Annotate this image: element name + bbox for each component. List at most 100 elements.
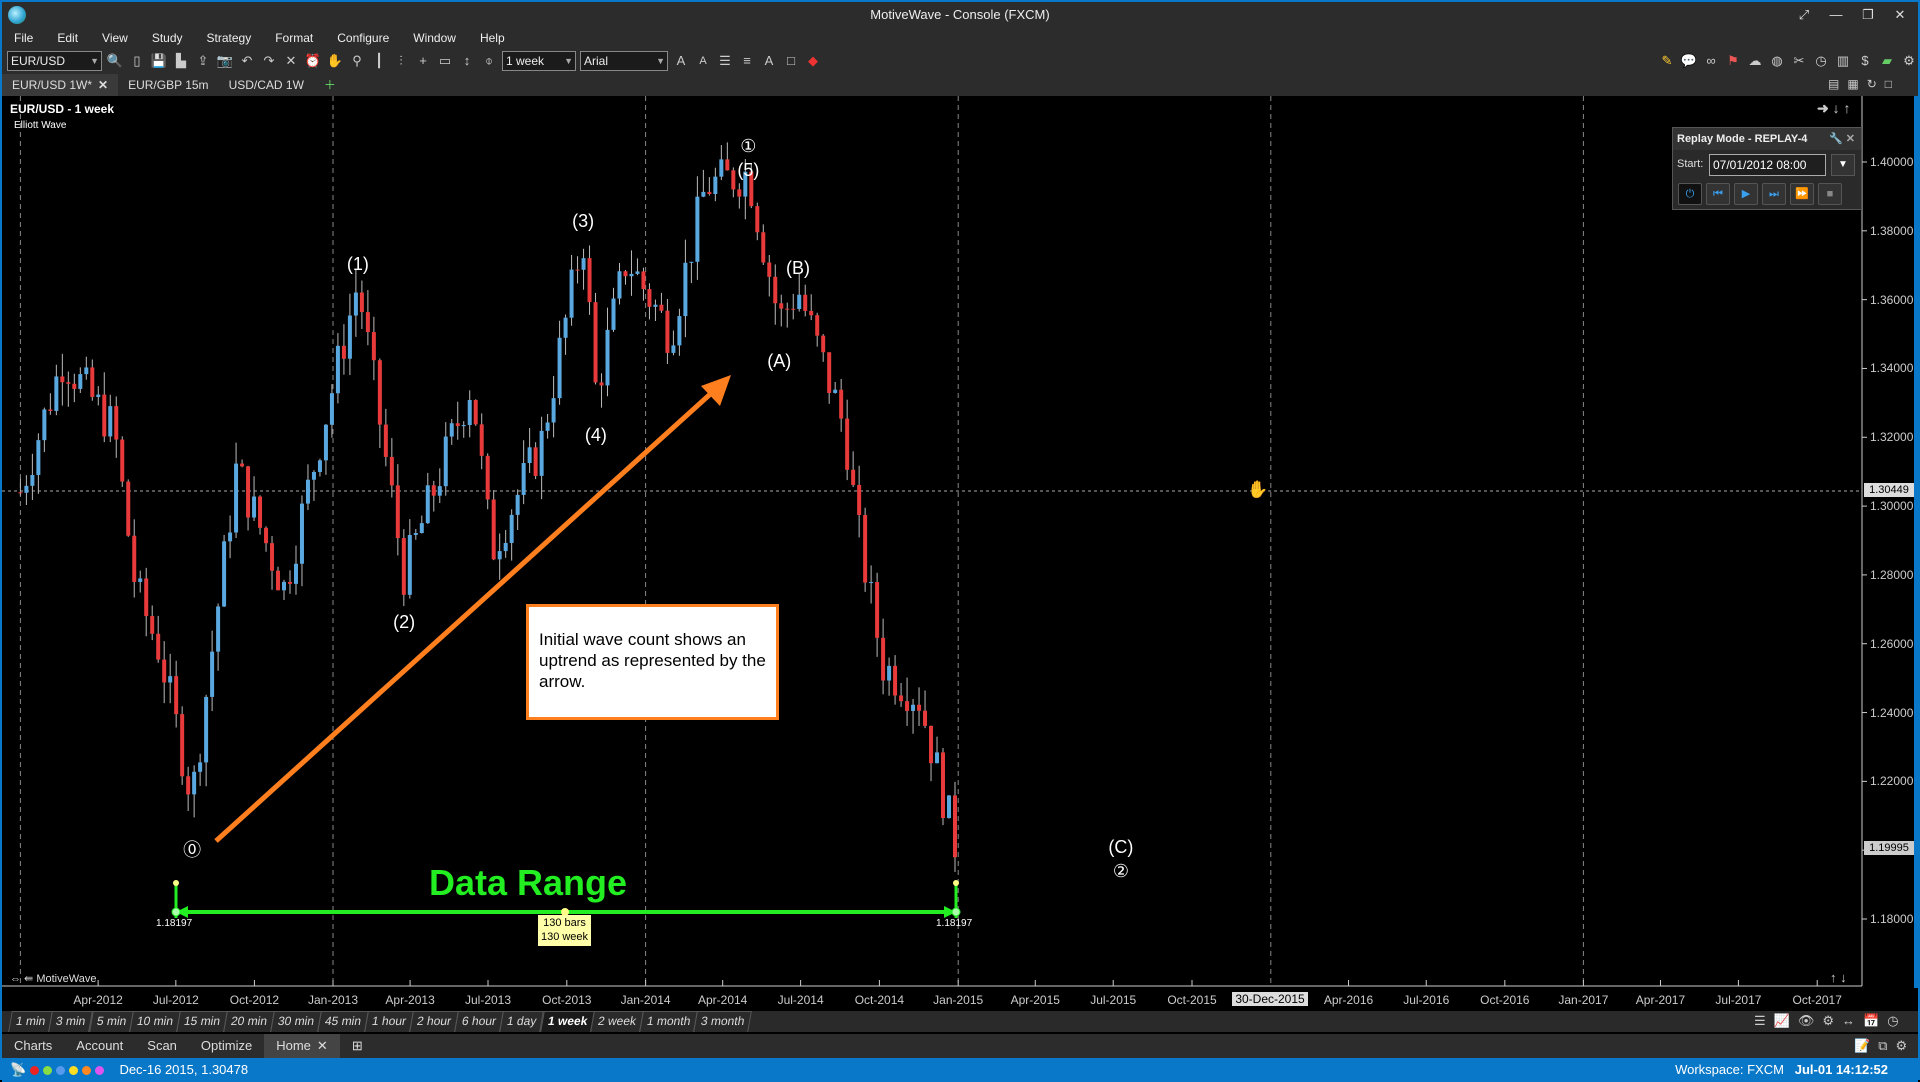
timeframe-30-min[interactable]: 30 min [270, 1011, 323, 1032]
symbol-select[interactable]: EUR/USD ▼ [7, 51, 102, 71]
timeframe-2-hour[interactable]: 2 hour [409, 1011, 460, 1032]
clock-icon[interactable]: ◷ [1812, 51, 1830, 71]
timeframe-1-week[interactable]: 1 week [539, 1011, 595, 1032]
period-select[interactable]: 1 week ▼ [502, 51, 576, 71]
restore-button[interactable]: ❐ [1856, 5, 1880, 25]
redo-icon[interactable]: ↷ [260, 51, 278, 71]
columns-icon[interactable]: ▥ [1834, 51, 1852, 71]
camera-icon[interactable]: 📷 [216, 51, 234, 71]
link-icon[interactable]: ⌽ [480, 51, 498, 71]
menu-configure[interactable]: Configure [325, 28, 401, 48]
layout-icon[interactable]: ▤ [1828, 77, 1839, 91]
workspace-tab-charts[interactable]: Charts [2, 1034, 64, 1058]
calendar-icon[interactable]: ▦ [1847, 77, 1858, 91]
time-icon[interactable]: ◷ [1887, 1013, 1898, 1029]
fast-forward-button[interactable]: ⏩ [1790, 183, 1814, 205]
start-input[interactable]: 07/01/2012 08:00 [1709, 154, 1826, 176]
stop-button[interactable]: ■ [1818, 183, 1842, 205]
wave-label[interactable]: ① [728, 136, 768, 157]
scroll-arrows[interactable]: ➜ ↓ ↑ [1817, 100, 1851, 117]
menu-icon[interactable]: ☰ [1754, 1013, 1766, 1029]
zoom-icon[interactable]: ⚲ [348, 51, 366, 71]
money-icon[interactable]: ▰ [1878, 51, 1896, 71]
wave-label[interactable]: (2) [384, 612, 424, 633]
cut-icon[interactable]: ✂ [1790, 51, 1808, 71]
tools-icon[interactable]: ✕ [282, 51, 300, 71]
calendar-icon[interactable]: 📅 [1863, 1013, 1879, 1029]
font-smaller-icon[interactable]: A [694, 51, 712, 71]
chart-tab[interactable]: USD/CAD 1W [219, 74, 314, 96]
wrench-icon[interactable]: 🔧 [1829, 133, 1843, 145]
line-dash-icon[interactable]: ≡ [738, 51, 756, 71]
fill-icon[interactable]: ◆ [804, 51, 822, 71]
font-select[interactable]: Arial ▼ [580, 51, 668, 71]
pencil-icon[interactable]: ✎ [1658, 51, 1676, 71]
chart-tab[interactable]: EUR/GBP 15m [118, 74, 218, 96]
workspace-tab-account[interactable]: Account [64, 1034, 135, 1058]
hand-icon[interactable]: ✋ [326, 51, 344, 71]
search-icon[interactable]: 🔍 [106, 51, 124, 71]
wave-label[interactable]: (5) [728, 160, 768, 181]
settings-icon[interactable]: ⚙ [1900, 51, 1918, 71]
wave-label[interactable]: (A) [759, 351, 799, 372]
font-larger-icon[interactable]: A [672, 51, 690, 71]
annotation-box[interactable]: Initial wave count shows an uptrend as r… [526, 604, 779, 720]
menu-strategy[interactable]: Strategy [195, 28, 264, 48]
menu-help[interactable]: Help [468, 28, 517, 48]
timeframe-20-min[interactable]: 20 min [223, 1011, 275, 1032]
fullscreen-icon[interactable]: ⤢ [1792, 5, 1816, 25]
wave-label[interactable]: ② [1101, 861, 1141, 882]
alarm-icon[interactable]: ⏰ [304, 51, 322, 71]
play-button[interactable]: ▶ [1734, 183, 1758, 205]
bar-type-icon[interactable]: ⫶ [392, 51, 410, 71]
close-tab-icon[interactable]: ✕ [98, 78, 108, 92]
timeframe-2-week[interactable]: 2 week [590, 1011, 644, 1032]
timeframe-10-min[interactable]: 10 min [129, 1011, 181, 1032]
chart-area[interactable]: EUR/USD - 1 week Elliott Wave ⇔ ⇚ Motive… [2, 96, 1918, 1007]
start-dropdown[interactable]: ▼ [1831, 154, 1855, 176]
timeframe-6-hour[interactable]: 6 hour [454, 1011, 505, 1032]
new-tab-icon[interactable]: ＋ [314, 74, 346, 96]
cloud-icon[interactable]: ☁ [1746, 51, 1764, 71]
refresh-icon[interactable]: ↻ [1867, 77, 1877, 91]
timeframe-1-day[interactable]: 1 day [499, 1011, 545, 1032]
candle-icon[interactable]: ┃ [370, 51, 388, 71]
close-tab-icon[interactable]: ✕ [317, 1038, 328, 1053]
workspace-tab-optimize[interactable]: Optimize [189, 1034, 264, 1058]
save-as-icon[interactable]: ▙ [172, 51, 190, 71]
close-button[interactable]: ✕ [1888, 5, 1912, 25]
link-icon[interactable]: ∞ [1702, 51, 1720, 71]
workspace-tab-scan[interactable]: Scan [135, 1034, 189, 1058]
spacing-icon[interactable]: ↔ [1842, 1013, 1855, 1029]
menu-study[interactable]: Study [140, 28, 195, 48]
power-button[interactable]: ⏻ [1678, 183, 1702, 205]
maximize-icon[interactable]: □ [1885, 77, 1892, 91]
alert-icon[interactable]: ⚑ [1724, 51, 1742, 71]
text-color-icon[interactable]: A [760, 51, 778, 71]
copy-icon[interactable]: ⧉ [1878, 1038, 1887, 1054]
wave-label[interactable]: (C) [1101, 837, 1141, 858]
dollar-icon[interactable]: $ [1856, 51, 1874, 71]
price-chart[interactable] [2, 96, 1918, 988]
timeframe-3-min[interactable]: 3 min [48, 1011, 94, 1032]
fit-icon[interactable]: ↕ [458, 51, 476, 71]
wave-label[interactable]: (B) [778, 258, 818, 279]
chart-tab[interactable]: EUR/USD 1W* ✕ [2, 74, 119, 96]
menu-edit[interactable]: Edit [45, 28, 90, 48]
timeframe-1-month[interactable]: 1 month [639, 1011, 699, 1032]
notes-icon[interactable]: 📝 [1854, 1038, 1870, 1054]
settings-icon[interactable]: ⚙ [1895, 1038, 1907, 1054]
export-icon[interactable]: ⇪ [194, 51, 212, 71]
timeframe-1-hour[interactable]: 1 hour [364, 1011, 415, 1032]
measure-icon[interactable]: ▭ [436, 51, 454, 71]
eye-icon[interactable]: 👁 [1798, 1013, 1815, 1029]
wave-label[interactable]: ⓪ [172, 836, 212, 862]
add-study-icon[interactable]: 📈 [1774, 1013, 1790, 1029]
timeframe-15-min[interactable]: 15 min [176, 1011, 228, 1032]
crosshair-icon[interactable]: + [414, 51, 432, 71]
new-icon[interactable]: ▯ [128, 51, 146, 71]
timeframe-1-min[interactable]: 1 min [8, 1011, 54, 1032]
menu-format[interactable]: Format [263, 28, 325, 48]
new-workspace-tab-icon[interactable]: ⊞ [340, 1034, 375, 1058]
step-button[interactable]: ⏭ [1762, 183, 1786, 205]
